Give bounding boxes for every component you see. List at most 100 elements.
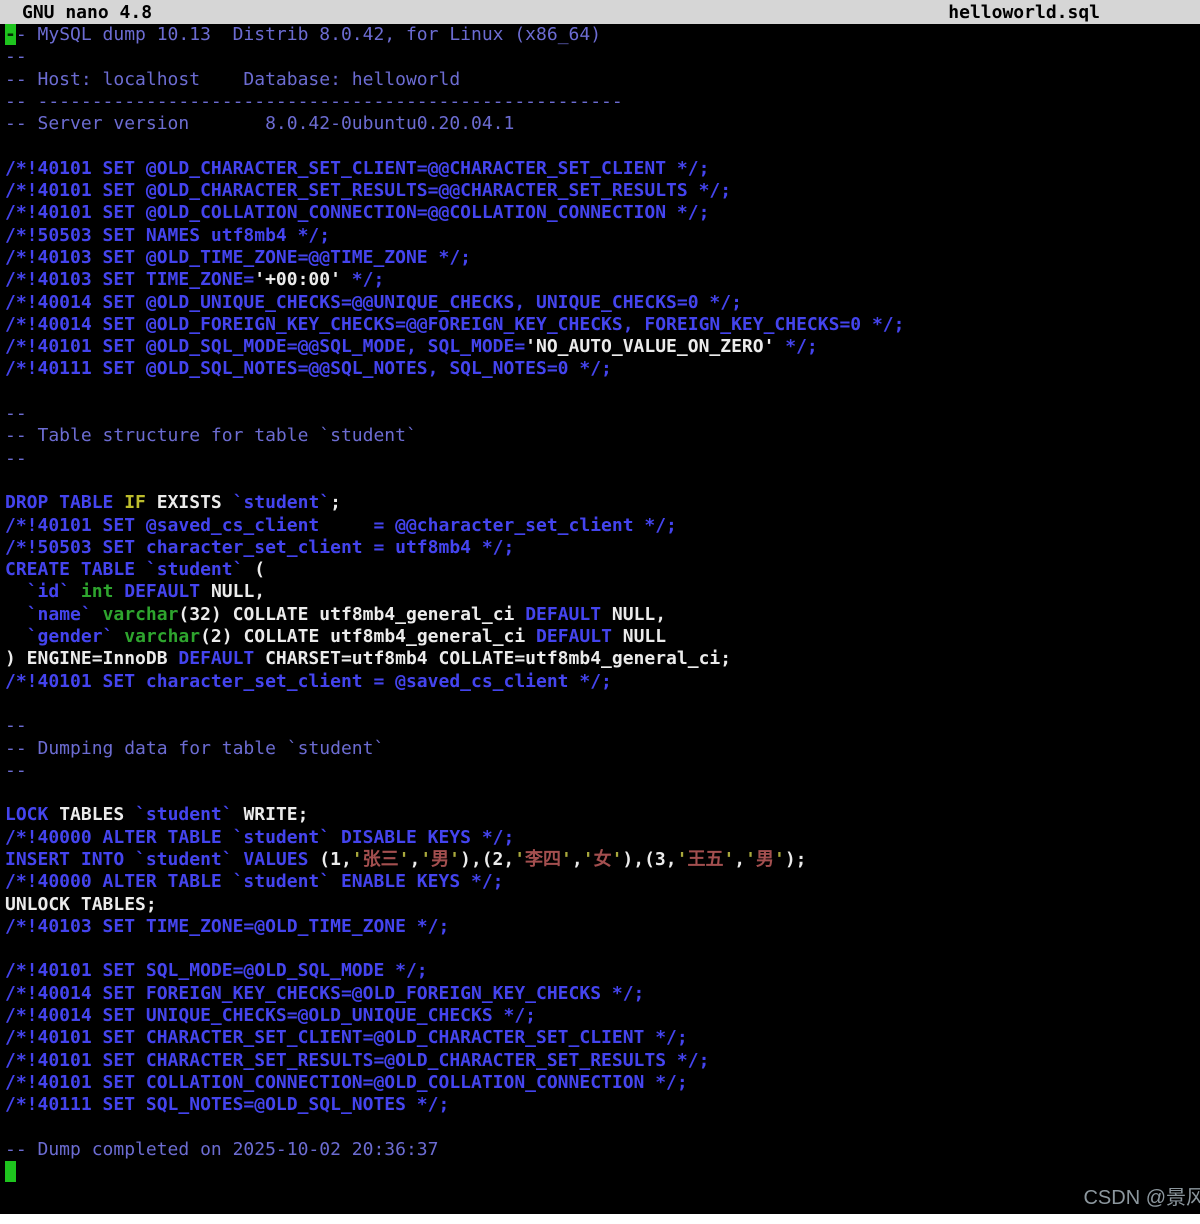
code-segment: -- Dumping data for table `student` <box>5 737 385 759</box>
code-line: /*!40101 SET @saved_cs_client = @@charac… <box>5 515 1200 537</box>
code-segment: */; <box>774 336 818 358</box>
code-segment: EXISTS <box>156 492 233 514</box>
code-line: /*!40103 SET TIME_ZONE=@OLD_TIME_ZONE */… <box>5 916 1200 938</box>
code-segment: -- <box>5 46 27 68</box>
code-segment: CREATE TABLE `student` <box>5 559 244 581</box>
code-segment: -- Host: localhost Database: helloworld <box>5 68 461 90</box>
code-segment: /*!40000 ALTER TABLE `student` DISABLE K… <box>5 826 515 848</box>
code-line: /*!40101 SET CHARACTER_SET_CLIENT=@OLD_C… <box>5 1027 1200 1049</box>
code-segment: /*!40103 SET TIME_ZONE=@OLD_TIME_ZONE */… <box>5 915 450 937</box>
code-segment: /*!40101 SET CHARACTER_SET_CLIENT=@OLD_C… <box>5 1027 688 1049</box>
code-segment: 王五 <box>687 848 724 870</box>
code-line: /*!40101 SET @OLD_CHARACTER_SET_RESULTS=… <box>5 180 1200 202</box>
code-segment: DEFAULT <box>525 603 602 625</box>
code-segment: 男 <box>755 848 774 870</box>
code-segment: , <box>571 848 583 870</box>
code-line: /*!40101 SET COLLATION_CONNECTION=@OLD_C… <box>5 1072 1200 1094</box>
code-segment: DROP TABLE <box>5 492 125 514</box>
code-segment: IF <box>124 492 146 514</box>
code-segment: ),(3, <box>622 848 677 870</box>
code-segment: -- -------------------------------------… <box>5 90 623 112</box>
code-segment: /*!40101 SET COLLATION_CONNECTION=@OLD_C… <box>5 1071 688 1093</box>
code-segment: /*!40014 SET FOREIGN_KEY_CHECKS=@OLD_FOR… <box>5 982 645 1004</box>
cursor-block: - <box>5 24 16 45</box>
code-segment: -- Server version 8.0.42-0ubuntu0.20.04.… <box>5 113 515 135</box>
code-line: /*!40000 ALTER TABLE `student` DISABLE K… <box>5 827 1200 849</box>
code-segment: /*!40014 SET @OLD_FOREIGN_KEY_CHECKS=@@F… <box>5 313 905 335</box>
code-line: /*!40014 SET @OLD_UNIQUE_CHECKS=@@UNIQUE… <box>5 292 1200 314</box>
code-segment: ' <box>723 848 735 870</box>
code-segment: ' <box>398 848 410 870</box>
code-segment: /*!40101 SET SQL_MODE=@OLD_SQL_MODE */; <box>5 960 428 982</box>
code-segment: /*!40101 SET CHARACTER_SET_RESULTS=@OLD_… <box>5 1049 710 1071</box>
page-bottom-strip <box>0 1214 1200 1224</box>
code-segment: /*!50503 SET character_set_client = utf8… <box>5 536 515 558</box>
code-segment: -- <box>5 759 27 781</box>
code-line: /*!40000 ALTER TABLE `student` ENABLE KE… <box>5 871 1200 893</box>
code-segment: DEFAULT <box>536 626 612 648</box>
code-segment: /*!40014 SET @OLD_UNIQUE_CHECKS=@@UNIQUE… <box>5 291 742 313</box>
code-segment: /*!40103 SET @OLD_TIME_ZONE=@@TIME_ZONE … <box>5 246 471 268</box>
filename-label: helloworld.sql <box>948 1 1100 23</box>
code-segment: WRITE; <box>232 804 309 826</box>
code-segment: ' <box>773 848 785 870</box>
code-line: /*!50503 SET NAMES utf8mb4 */; <box>5 225 1200 247</box>
code-segment: UNLOCK TABLES; <box>5 893 157 915</box>
code-segment: - MySQL dump 10.13 Distrib 8.0.42, for L… <box>15 24 602 45</box>
code-segment: ),(2, <box>460 848 515 870</box>
code-segment: -- Dump completed on 2025-10-02 20:36:37 <box>5 1138 439 1160</box>
code-line: /*!40101 SET character_set_client = @sav… <box>5 671 1200 693</box>
code-segment: /*!40103 SET TIME_ZONE= <box>5 269 255 291</box>
code-line: -- <box>5 715 1200 737</box>
code-line: /*!40101 SET @OLD_CHARACTER_SET_CLIENT=@… <box>5 158 1200 180</box>
code-segment: ' <box>420 848 432 870</box>
code-segment: `id` <box>26 581 71 603</box>
code-line: -- <box>5 46 1200 68</box>
code-line: -- Server version 8.0.42-0ubuntu0.20.04.… <box>5 113 1200 135</box>
code-line: CREATE TABLE `student` ( <box>5 559 1200 581</box>
code-line: /*!40101 SET @OLD_COLLATION_CONNECTION=@… <box>5 202 1200 224</box>
code-segment: `student` <box>135 804 233 826</box>
code-segment: ); <box>784 848 807 870</box>
code-segment: varchar <box>102 603 179 625</box>
code-line <box>5 1161 1200 1183</box>
code-line: -- <box>5 760 1200 782</box>
code-line: /*!40014 SET FOREIGN_KEY_CHECKS=@OLD_FOR… <box>5 983 1200 1005</box>
code-segment: ; <box>330 492 341 514</box>
code-line: -- -------------------------------------… <box>5 91 1200 113</box>
code-segment: /*!40111 SET SQL_NOTES=@OLD_SQL_NOTES */… <box>5 1094 450 1116</box>
code-segment: ' <box>582 848 594 870</box>
editor[interactable]: -- MySQL dump 10.13 Distrib 8.0.42, for … <box>0 24 1200 1183</box>
code-segment: ) ENGINE=InnoDB <box>5 648 179 670</box>
code-segment: `name` <box>26 603 92 625</box>
code-segment: -- <box>5 715 27 737</box>
code-segment: DEFAULT <box>178 648 255 670</box>
code-segment: 张三 <box>362 848 399 870</box>
code-line: -- <box>5 448 1200 470</box>
code-line: /*!40101 SET SQL_MODE=@OLD_SQL_MODE */; <box>5 960 1200 982</box>
code-line: DROP TABLE IF EXISTS `student`; <box>5 492 1200 514</box>
code-line: -- Host: localhost Database: helloworld <box>5 69 1200 91</box>
code-line: INSERT INTO `student` VALUES (1,'张三','男'… <box>5 849 1200 871</box>
code-segment: /*!40101 SET @OLD_COLLATION_CONNECTION=@… <box>5 202 710 224</box>
code-segment: /*!40101 SET @OLD_CHARACTER_SET_RESULTS=… <box>5 180 732 202</box>
cursor-block <box>5 1161 16 1183</box>
code-segment: varchar <box>124 626 201 648</box>
code-segment: LOCK <box>5 804 49 826</box>
code-segment: 女 <box>593 848 612 870</box>
code-line: /*!50503 SET character_set_client = utf8… <box>5 537 1200 559</box>
code-segment: , <box>409 848 421 870</box>
code-segment: ' <box>676 848 688 870</box>
code-segment: 李四 <box>525 848 562 870</box>
code-segment: TABLES <box>48 804 136 826</box>
code-segment: (2) COLLATE utf8mb4_general_ci <box>200 626 537 648</box>
